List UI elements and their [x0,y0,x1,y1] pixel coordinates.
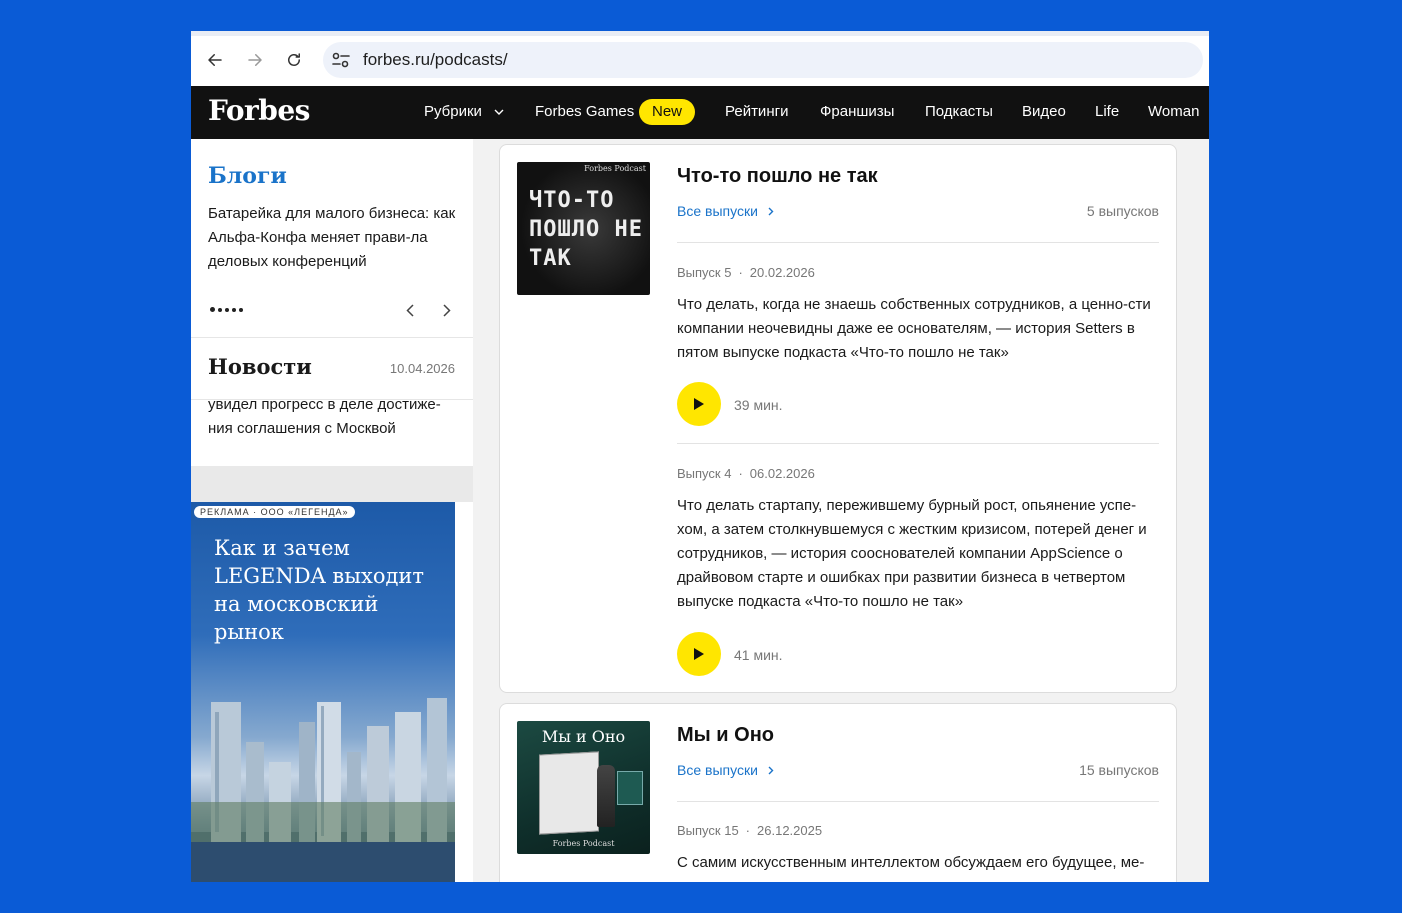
carousel-dot[interactable] [225,307,229,312]
robot-illustration [597,765,615,827]
episode-meta: Выпуск 15 · 26.12.2025 [677,823,823,838]
episode-count: 15 выпусков [1079,762,1159,778]
episode-duration: 41 мин. [734,647,783,663]
episode-number: Выпуск 4 [677,466,732,481]
episode-description[interactable]: С самим искусственным интеллектом обсужд… [677,851,1159,875]
carousel-dot[interactable] [232,307,236,312]
divider [191,337,473,338]
episode-number: Выпуск 15 [677,823,739,838]
ad-label: РЕКЛАМА · ООО «ЛЕГЕНДА» [194,506,355,518]
cover-text: Мы и Оно [541,727,626,746]
podcast-cover[interactable]: Forbes Podcast ЧТО-ТО ПОШЛО НЕ ТАК [517,162,650,295]
menu-franchises[interactable]: Франшизы [820,103,894,120]
play-icon [694,398,704,410]
episode-date: 06.02.2026 [749,466,815,481]
reload-icon[interactable] [280,46,308,74]
play-button[interactable] [677,632,721,676]
blog-article-link[interactable]: Батарейка для малого бизнеса: как Альфа-… [208,202,458,274]
cover-brand: Forbes Podcast [584,164,646,173]
episode-count: 5 выпусков [1086,203,1159,219]
carousel-dots[interactable] [210,307,243,312]
new-badge: New [639,99,696,125]
chevron-left-icon[interactable] [400,300,420,320]
episode-number: Выпуск 5 [677,265,732,280]
site-header: Forbes Рубрики Forbes Games New Рейтинги… [191,86,1209,139]
chevron-down-icon [494,109,504,116]
back-arrow-icon[interactable] [201,46,229,74]
carousel-dot[interactable] [218,307,222,312]
sidebar: Блоги Батарейка для малого бизнеса: как … [191,139,473,882]
carousel-dot[interactable] [239,307,243,312]
menu-life[interactable]: Life [1095,103,1119,120]
play-button[interactable] [677,382,721,426]
all-episodes-label: Все выпуски [677,203,758,219]
chevron-right-icon [768,207,774,216]
episode-description[interactable]: Что делать, когда не знаешь собственных … [677,293,1159,365]
podcast-card: Forbes Podcast ЧТО-ТО ПОШЛО НЕ ТАК Что-т… [499,144,1177,693]
browser-window: forbes.ru/podcasts/ Forbes Рубрики Forbe… [191,31,1209,882]
chevron-right-icon [768,766,774,775]
divider [677,242,1159,243]
menu-podcasts[interactable]: Подкасты [925,103,993,120]
chevron-right-icon[interactable] [437,300,457,320]
all-episodes-link[interactable]: Все выпуски [677,762,774,778]
cover-text: ЧТО-ТО ПОШЛО НЕ ТАК [529,188,643,271]
all-episodes-label: Все выпуски [677,762,758,778]
menu-forbes-games[interactable]: Forbes Games [535,103,634,120]
menu-video[interactable]: Видео [1022,103,1066,120]
ad-title: Как и зачем LEGENDA выходит на московски… [214,536,424,644]
episode-description[interactable]: Что делать стартапу, пережившему бурный … [677,494,1159,614]
news-date: 10.04.2026 [389,361,455,376]
podcast-title[interactable]: Мы и Оно [677,724,774,747]
site-settings-icon[interactable] [331,51,351,69]
menu-rubrics[interactable]: Рубрики [424,103,504,120]
episode-meta: Выпуск 4 · 06.02.2026 [677,466,815,481]
forward-arrow-icon[interactable] [241,46,269,74]
address-bar[interactable]: forbes.ru/podcasts/ [323,42,1203,78]
play-icon [694,648,704,660]
podcast-title[interactable]: Что-то пошло не так [677,165,878,188]
podcast-cover[interactable]: Мы и Оно Forbes Podcast [517,721,650,854]
ad-banner[interactable]: РЕКЛАМА · ООО «ЛЕГЕНДА» Как и зачем LEGE… [191,502,455,882]
news-item-link[interactable]: увидел прогресс в деле достиже-ния согла… [208,393,458,441]
episode-date: 20.02.2026 [749,265,815,280]
podcast-card: Мы и Оно Forbes Podcast Мы и Оно Все вып… [499,703,1177,882]
divider [677,801,1159,802]
easel-illustration [539,751,599,835]
all-episodes-link[interactable]: Все выпуски [677,203,774,219]
menu-woman[interactable]: Woman [1148,103,1199,120]
episode-duration: 39 мин. [734,397,783,413]
browser-toolbar: forbes.ru/podcasts/ [191,31,1209,86]
sidebar-spacer [191,466,473,502]
menu-ratings[interactable]: Рейтинги [725,103,788,120]
blogs-title[interactable]: Блоги [208,163,287,189]
menu-rubrics-label: Рубрики [424,103,482,120]
canvas-illustration [617,771,643,805]
news-title[interactable]: Новости [208,354,312,379]
episode-meta: Выпуск 5 · 20.02.2026 [677,265,815,280]
carousel-dot[interactable] [210,307,215,312]
divider [677,443,1159,444]
city-skyline-image [191,698,455,882]
cover-brand: Forbes Podcast [552,839,615,848]
forbes-logo[interactable]: Forbes [208,94,310,127]
episode-date: 26.12.2025 [757,823,823,838]
url-text[interactable]: forbes.ru/podcasts/ [363,50,508,70]
